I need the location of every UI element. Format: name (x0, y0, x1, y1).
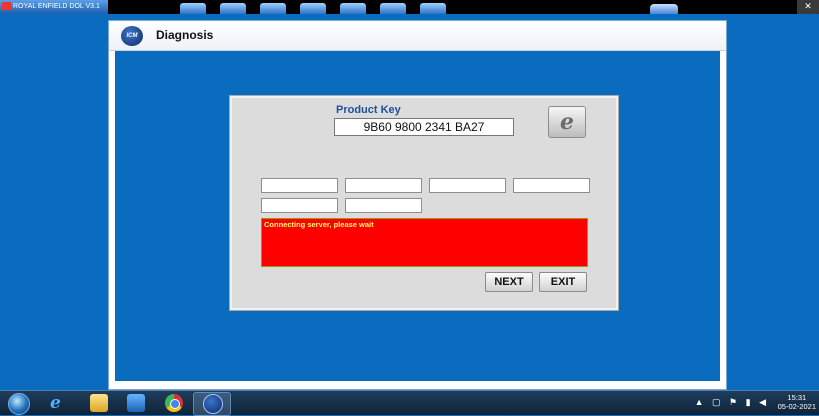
desktop-icon (180, 3, 206, 14)
app-title: ROYAL ENFIELD DOL V3.1 (13, 3, 100, 10)
product-key-dialog: Product Key 9B60 9800 2341 BA27 e Connec… (230, 96, 618, 310)
window-title: Diagnosis (156, 28, 214, 42)
clock-time: 15:31 (787, 393, 807, 402)
internet-explorer-button[interactable]: e (548, 106, 586, 138)
clock-date: 05-02-2021 (777, 402, 816, 411)
desktop-icon (380, 3, 406, 14)
top-bar: ROYAL ENFIELD DOL V3.1 ✕ (0, 0, 819, 14)
serial-field-5[interactable] (261, 198, 338, 213)
icm-app-icon[interactable] (203, 394, 223, 414)
window-header: ICM Diagnosis (109, 21, 726, 51)
desktop-icon (650, 4, 678, 14)
serial-field-1[interactable] (261, 178, 338, 193)
app-icon (2, 2, 11, 11)
app-title-tab[interactable]: ROYAL ENFIELD DOL V3.1 (0, 0, 108, 14)
media-player-icon[interactable] (127, 394, 145, 412)
desktop-icon (260, 3, 286, 14)
close-button[interactable]: ✕ (797, 0, 819, 14)
folder-icon[interactable] (90, 394, 108, 412)
serial-field-4[interactable] (513, 178, 590, 193)
desktop-icon (220, 3, 246, 14)
desktop-icon (420, 3, 446, 14)
product-key-field[interactable]: 9B60 9800 2341 BA27 (334, 118, 514, 136)
internet-explorer-icon[interactable]: e (50, 394, 68, 412)
background-right (729, 14, 819, 390)
chrome-icon[interactable] (165, 394, 183, 412)
system-tray-icons[interactable]: ▲ ▢ ⚑ ▮ ◀ (695, 397, 769, 408)
serial-field-6[interactable] (345, 198, 422, 213)
internet-explorer-icon: e (560, 109, 574, 135)
desktop-icon (300, 3, 326, 14)
next-button[interactable]: NEXT (485, 272, 533, 292)
desktop-icon (340, 3, 366, 14)
serial-field-3[interactable] (429, 178, 506, 193)
window-body: Product Key 9B60 9800 2341 BA27 e Connec… (115, 51, 720, 381)
start-button[interactable] (8, 393, 30, 415)
diagnosis-window: ICM Diagnosis Product Key 9B60 9800 2341… (108, 20, 727, 390)
clock[interactable]: 15:31 05-02-2021 (778, 393, 816, 411)
product-key-label: Product Key (336, 104, 401, 116)
taskbar: e ▲ ▢ ⚑ ▮ ◀ 15:31 05-02-2021 (0, 390, 819, 416)
exit-button[interactable]: EXIT (539, 272, 587, 292)
serial-field-2[interactable] (345, 178, 422, 193)
status-message-box: Connecting server, please wait (261, 218, 588, 267)
background-left (0, 14, 108, 390)
icm-logo-icon: ICM (121, 26, 143, 46)
